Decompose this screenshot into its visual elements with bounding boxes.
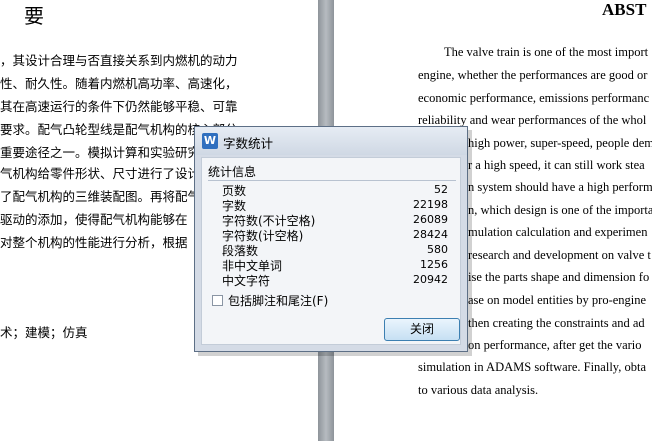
abstract-text-line: 了配气机构的三维装配图。再将配气 xyxy=(0,189,201,204)
abstract-text-line: ase on model entities by pro-engine xyxy=(468,293,647,307)
english-abstract-heading: ABST xyxy=(602,0,647,19)
abstract-text-line: 气机构给零件形状、尺寸进行了设计 xyxy=(0,166,201,181)
abstract-text-line: 其在高速运行的条件下仍然能够平稳、可靠 xyxy=(0,99,238,114)
abstract-text-line: n, which design is one of the importa xyxy=(468,203,652,217)
abstract-text-line: ，其设计合理与否直接关系到内燃机的动力 xyxy=(0,53,238,68)
stat-value-words: 22198 xyxy=(413,198,448,211)
chinese-abstract-heading: 要 xyxy=(24,4,44,28)
stat-value-pages: 52 xyxy=(434,183,448,196)
abstract-text-line: 驱动的添加，使得配气机构能够在 xyxy=(0,212,188,227)
abstract-text-line: The valve train is one of the most impor… xyxy=(444,45,649,59)
abstract-text-line: n system should have a high perform xyxy=(468,180,652,194)
abstract-text-line: engine, whether the performances are goo… xyxy=(418,68,648,82)
abstract-text-line: ise the parts shape and dimension fo xyxy=(468,270,650,284)
stat-value-chinese-chars: 20942 xyxy=(413,273,448,286)
stat-label-chinese-chars: 中文字符 xyxy=(222,274,271,288)
abstract-text-line: 重要途径之一。模拟计算和实验研究 xyxy=(0,145,201,160)
dialog-title: 字数统计 xyxy=(223,136,274,151)
include-footnotes-checkbox[interactable] xyxy=(212,295,223,306)
abstract-text-line: to various data analysis. xyxy=(418,383,539,397)
statistics-panel: 统计信息 页数 52 字数 22198 字符数(不计空格) 26089 字符数(… xyxy=(201,157,461,345)
group-divider xyxy=(208,180,456,181)
stat-value-chars-no-spaces: 26089 xyxy=(413,213,448,226)
abstract-text-line: research and development on valve t xyxy=(468,248,651,262)
abstract-text-line: economic performance, emissions performa… xyxy=(418,91,650,105)
abstract-text-line: on performance, after get the vario xyxy=(468,338,642,352)
close-button[interactable]: 关闭 xyxy=(384,318,460,341)
keywords-line: 术；建模；仿真 xyxy=(0,325,88,340)
dialog-titlebar[interactable]: W 字数统计 xyxy=(195,127,467,155)
wps-writer-icon: W xyxy=(202,133,218,149)
abstract-text-line: high power, super-speed, people dem xyxy=(468,136,652,150)
include-footnotes-label[interactable]: 包括脚注和尾注(F) xyxy=(228,292,328,309)
abstract-text-line: r a high speed, it can still work stea xyxy=(468,158,645,172)
abstract-text-line: 对整个机构的性能进行分析，根据 xyxy=(0,235,188,250)
abstract-text-line: simulation in ADAMS software. Finally, o… xyxy=(418,360,646,374)
abstract-text-line: 性、耐久性。随着内燃机高功率、高速化， xyxy=(0,76,238,91)
abstract-text-line: then creating the constraints and ad xyxy=(468,316,645,330)
statistics-group-label: 统计信息 xyxy=(208,165,257,179)
stat-value-non-chinese-words: 1256 xyxy=(420,258,448,271)
stat-value-paragraphs: 580 xyxy=(427,243,448,256)
word-count-dialog: W 字数统计 统计信息 页数 52 字数 22198 字符数(不计空格) 260… xyxy=(194,126,468,352)
abstract-text-line: mulation calculation and experimen xyxy=(468,225,648,239)
stat-value-chars-with-spaces: 28424 xyxy=(413,228,448,241)
